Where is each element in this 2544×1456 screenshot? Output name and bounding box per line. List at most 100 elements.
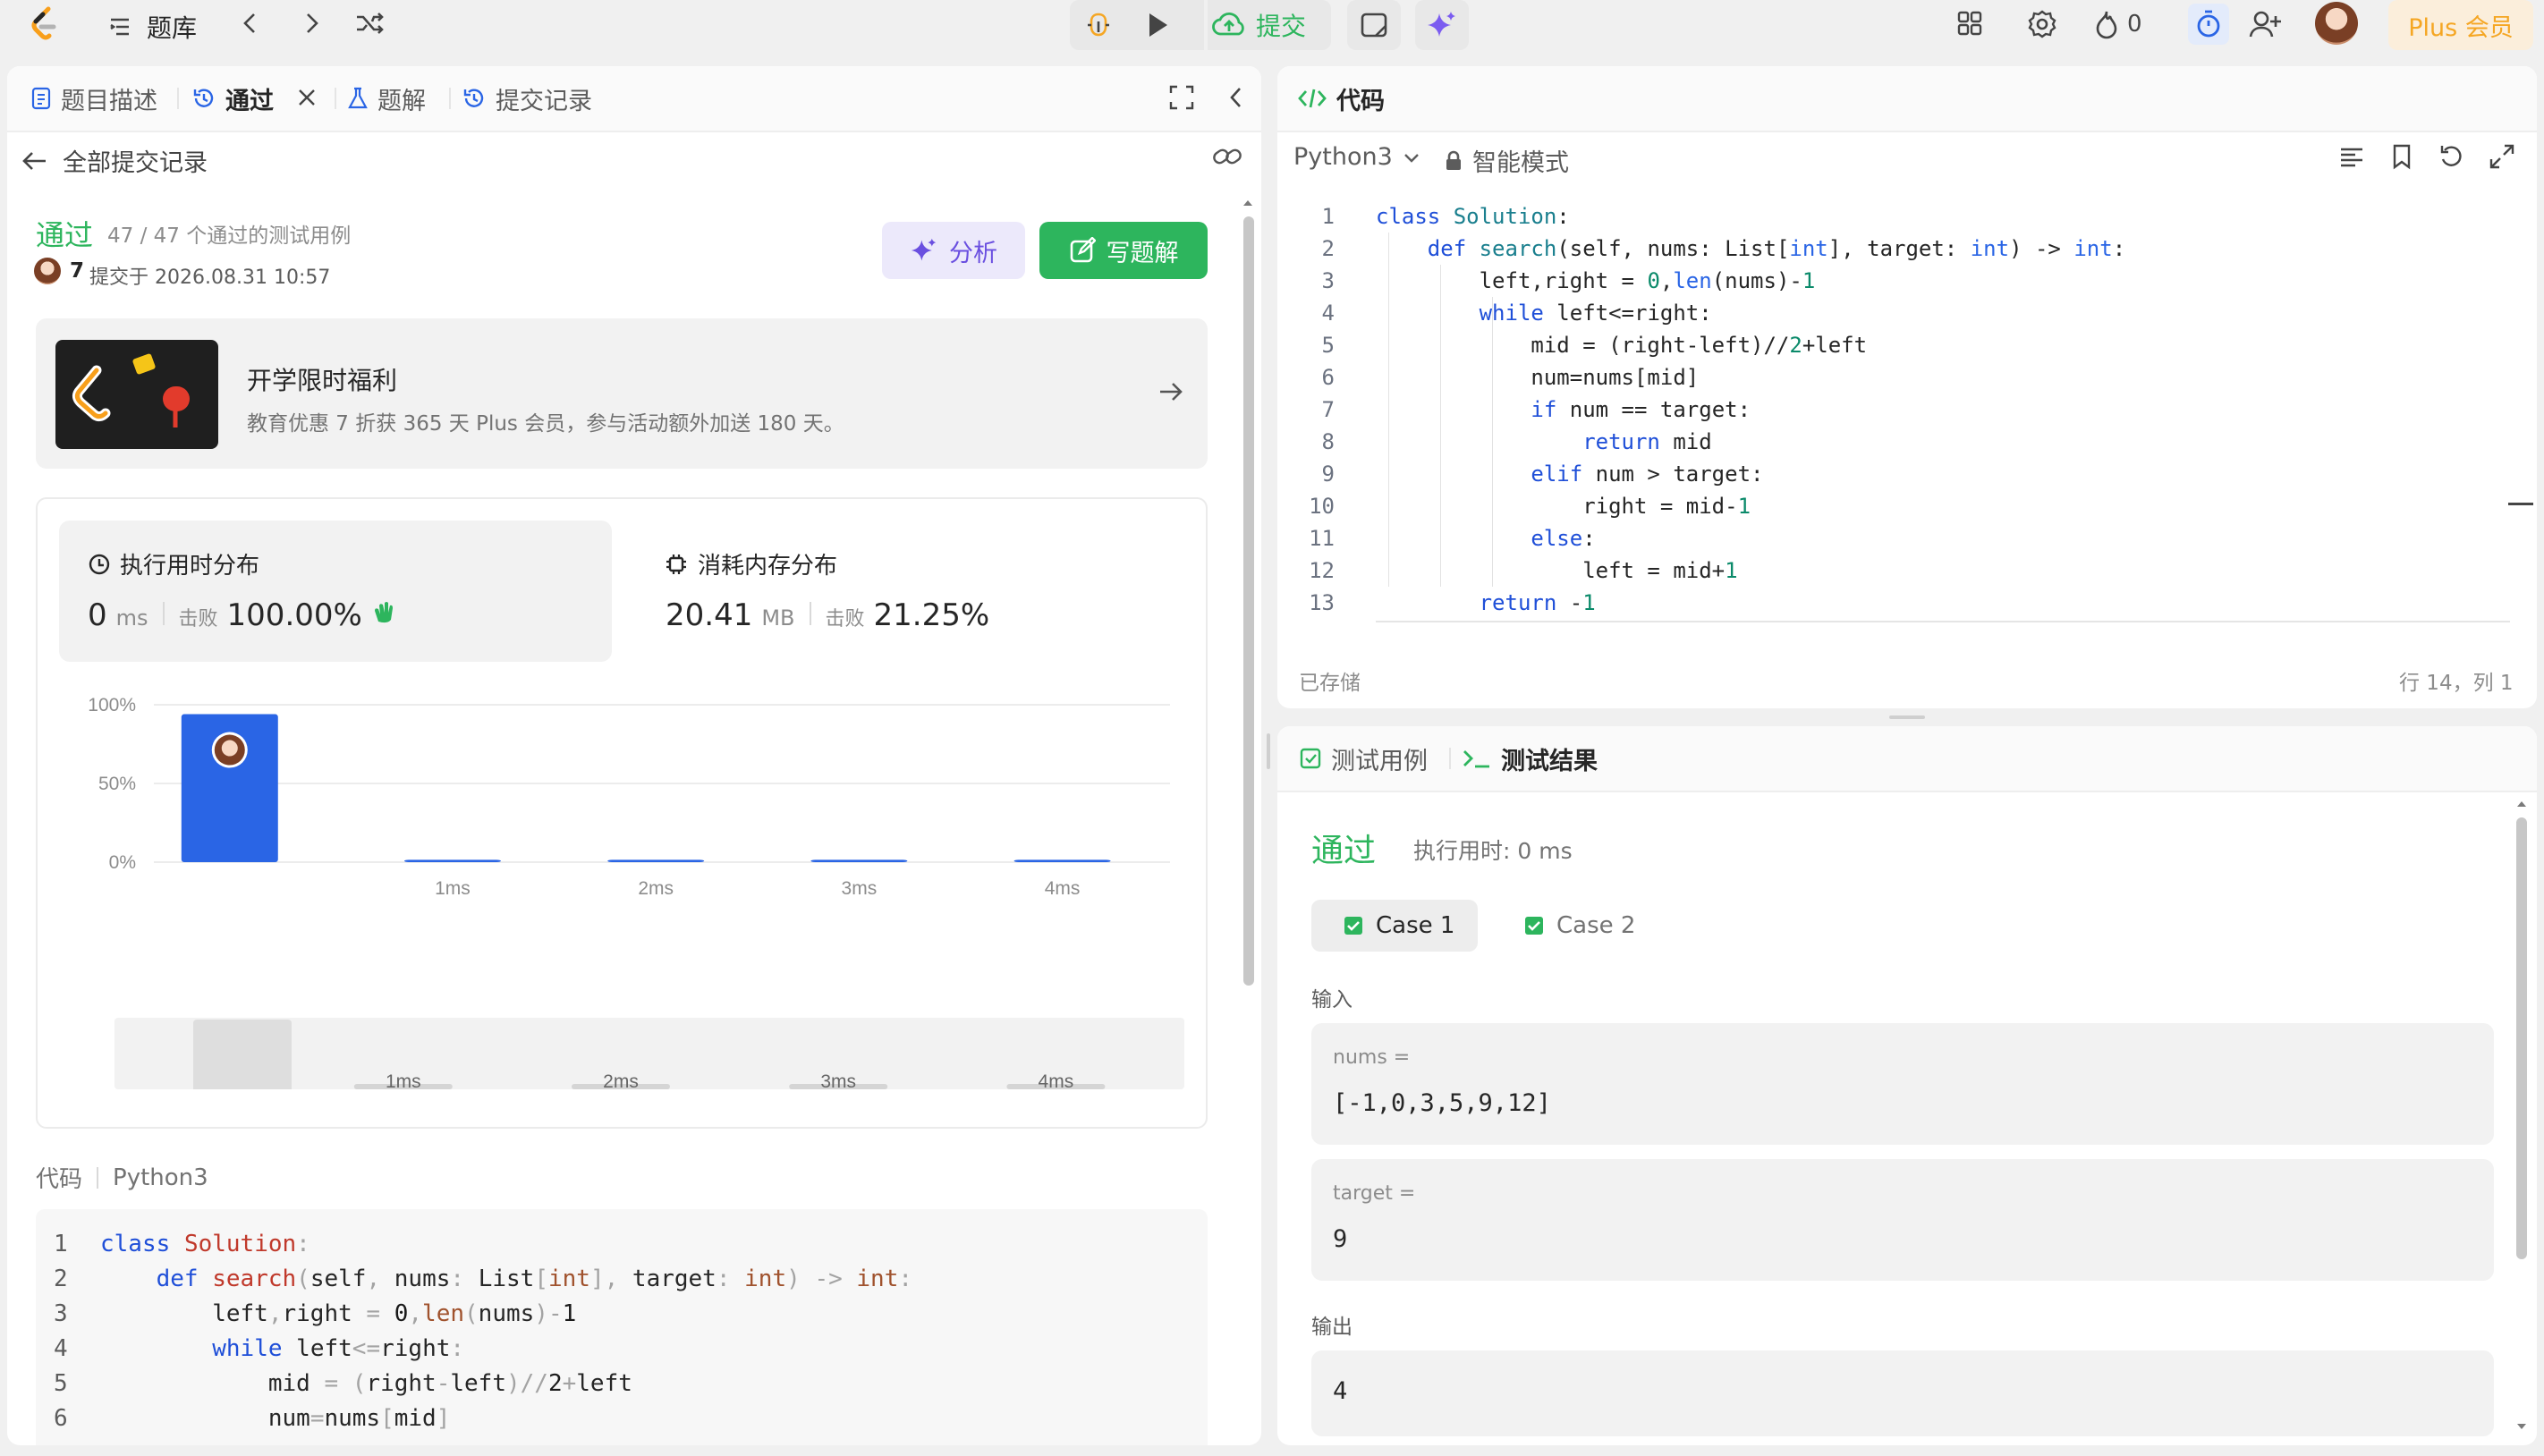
bookmark-icon[interactable] (2390, 143, 2413, 170)
clap-icon (374, 602, 393, 623)
runtime-header: 执行用时分布 (88, 547, 259, 580)
chip-icon (666, 554, 686, 574)
input-target-value: 9 (1333, 1225, 1348, 1253)
vertical-splitter[interactable] (1267, 733, 1270, 769)
chart-bar[interactable] (403, 859, 501, 862)
format-icon[interactable] (2338, 145, 2365, 170)
test-scroll-thumb[interactable] (2516, 817, 2527, 1259)
problem-bank-nav[interactable]: 题库 (106, 9, 197, 45)
language-label: Python3 (1293, 143, 1393, 171)
debug-icon[interactable] (1082, 9, 1115, 41)
code-line: elif num > target: (1531, 461, 1764, 487)
x-tick-label: 4ms (1045, 878, 1081, 899)
tab-solutions[interactable]: 题解 (347, 80, 426, 116)
timer-button[interactable] (2188, 4, 2229, 45)
chart-bar[interactable] (810, 859, 908, 862)
code-line: num=nums[mid] (1376, 365, 1700, 390)
chart-bar[interactable] (1013, 859, 1111, 862)
code-line: if num == target: (1531, 397, 1751, 422)
left-scroll-thumb[interactable] (1243, 216, 1254, 986)
code-icon (1298, 89, 1327, 108)
streak-counter[interactable]: 0 (2093, 9, 2142, 39)
note-button[interactable] (1347, 0, 1401, 50)
indent-guide (1388, 233, 1389, 587)
prev-problem-icon[interactable] (236, 9, 265, 38)
reset-icon[interactable] (2438, 143, 2465, 170)
runtime-unit: ms (115, 605, 148, 631)
flame-icon (2096, 11, 2117, 39)
chevron-down-icon (1403, 153, 1419, 163)
tab-test-result[interactable]: 测试结果 (1462, 741, 1598, 776)
line-number: 10 (1309, 494, 1335, 519)
indent-guide (1440, 265, 1441, 587)
horizontal-splitter[interactable] (1889, 715, 1925, 719)
tab-accepted[interactable]: 通过 (191, 80, 274, 116)
next-problem-icon[interactable] (297, 9, 326, 38)
plus-membership-button[interactable]: Plus 会员 (2388, 0, 2533, 50)
leetcode-logo[interactable] (27, 5, 63, 45)
case-1-tab[interactable]: Case 1 (1311, 900, 1478, 952)
tab-description-label: 题目描述 (61, 87, 157, 115)
submit-button[interactable]: 提交 (1208, 0, 1331, 50)
code-line: return -1 (1479, 590, 1596, 615)
user-avatar[interactable] (2315, 2, 2358, 45)
code-editor[interactable]: class Solution: def search(self, nums: L… (1376, 200, 2512, 619)
language-selector[interactable]: Python3 (1293, 143, 1421, 171)
run-icon[interactable] (1143, 9, 1172, 41)
case-2-tab[interactable]: Case 2 (1492, 900, 1644, 952)
problem-bank-label: 题库 (147, 13, 198, 43)
tab-submissions[interactable]: 提交记录 (462, 80, 592, 116)
smart-mode-label: 智能模式 (1472, 149, 1569, 177)
close-tab-icon[interactable] (295, 86, 318, 109)
write-solution-button[interactable]: 写题解 (1039, 222, 1208, 279)
promo-title: 开学限时福利 (247, 366, 398, 395)
submit-label: 提交 (1256, 12, 1307, 41)
memory-unit: MB (761, 605, 795, 631)
tab-description[interactable]: 题目描述 (30, 80, 157, 116)
cursor-position: 行 14，列 1 (2399, 672, 2514, 695)
code-editor-panel: 代码 Python3 智能模式 1 2 3 4 5 6 7 8 9 10 11 12 13 class … (1277, 66, 2537, 708)
test-scrollbar[interactable] (2515, 798, 2528, 1442)
runtime-distribution-chart[interactable]: 100% 50% 0% 1ms 2ms 3ms 4ms (38, 678, 1206, 919)
code-line: 4 while left<=right: (54, 1335, 465, 1362)
chart-bar[interactable] (607, 859, 705, 862)
settings-gear-icon[interactable] (2027, 9, 2057, 39)
collapse-panel-icon[interactable] (1225, 84, 1247, 111)
code-line: else: (1531, 526, 1596, 551)
terminal-icon (1463, 750, 1489, 768)
tab-test-result-label: 测试结果 (1501, 747, 1598, 775)
analyze-button[interactable]: 分析 (882, 222, 1025, 279)
expand-icon[interactable] (2489, 143, 2515, 170)
promo-card[interactable]: 开学限时福利 教育优惠 7 折获 365 天 Plus 会员，参与活动额外加送 … (36, 318, 1208, 469)
tab-code[interactable]: 代码 (1297, 80, 1385, 116)
runtime-stat[interactable] (59, 521, 612, 662)
history-icon (193, 89, 214, 107)
submitter-name[interactable]: 7 (70, 259, 84, 283)
indent-guide (1492, 297, 1493, 587)
smart-mode-toggle[interactable]: 智能模式 (1444, 143, 1569, 178)
navigator-tick-label: 3ms (820, 1071, 856, 1092)
memory-header[interactable]: 消耗内存分布 (664, 547, 837, 580)
left-scrollbar[interactable] (1242, 197, 1254, 1445)
add-friend-icon[interactable] (2249, 9, 2283, 39)
stopwatch-icon (2197, 10, 2220, 38)
share-link-icon[interactable] (1211, 143, 1243, 170)
tab-submissions-label: 提交记录 (496, 87, 592, 115)
tab-testcases[interactable]: 测试用例 (1299, 741, 1428, 776)
back-to-submissions[interactable]: 全部提交记录 (21, 143, 208, 178)
editor-tab-bar (1277, 66, 2537, 132)
layout-icon[interactable] (1955, 9, 1984, 38)
testcases-passed: 47 / 47 个通过的测试用例 (107, 224, 352, 248)
save-status: 已存储 (1299, 672, 1361, 695)
check-square-icon (1344, 917, 1362, 935)
fullscreen-icon[interactable] (1168, 84, 1195, 111)
ai-assistant-button[interactable] (1415, 0, 1469, 50)
shuffle-icon[interactable] (354, 9, 385, 38)
line-number: 9 (1321, 461, 1335, 487)
navigator-tick-label: 4ms (1039, 1071, 1074, 1092)
line-number-gutter: 1 2 3 4 5 6 7 8 9 10 11 12 13 (1277, 200, 1335, 619)
code-line: def search(self, nums: List[int], target… (1427, 236, 2126, 261)
bar-avatar-face (221, 740, 238, 757)
clock-icon (89, 554, 110, 574)
memory-values: 20.41 MB 击败 21.25% (666, 597, 989, 633)
